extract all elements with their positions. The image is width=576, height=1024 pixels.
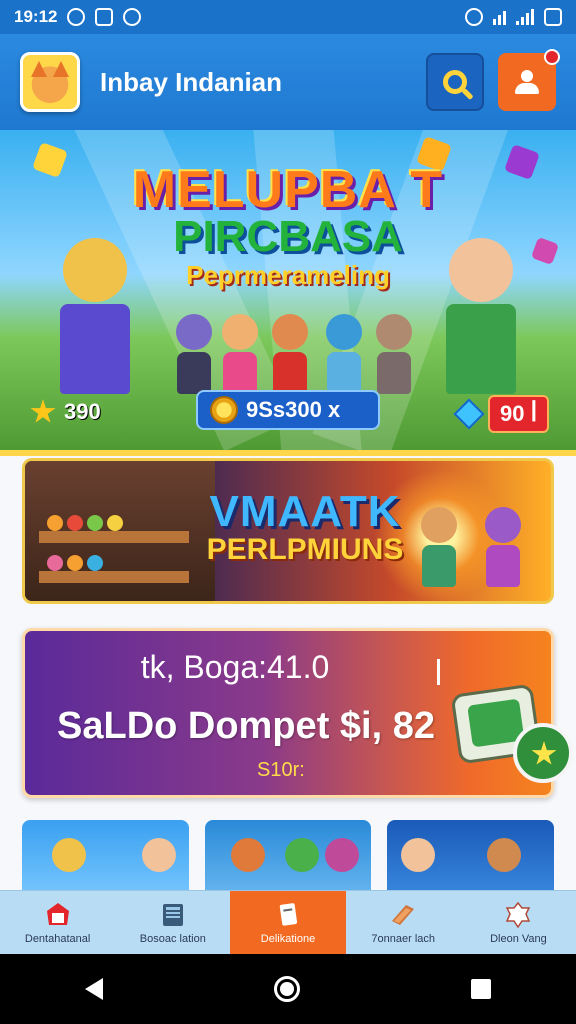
coin-icon	[210, 396, 238, 424]
notification-badge	[544, 49, 560, 65]
character	[326, 314, 362, 394]
hero-boy	[446, 238, 516, 394]
character	[176, 314, 212, 394]
character	[272, 314, 308, 394]
app-title: Inbay Indanian	[100, 66, 283, 97]
user-icon	[512, 70, 542, 94]
tools-icon	[392, 904, 415, 925]
app-header: Inbay Indanian	[0, 34, 576, 130]
home-button-icon[interactable]	[273, 976, 300, 1002]
hero-banner[interactable]: MELUPBA T PIRCBASA Peprmerameling 390 9S…	[0, 130, 576, 450]
game-tile[interactable]	[387, 820, 555, 900]
character	[222, 314, 258, 394]
game-tile[interactable]	[204, 820, 372, 900]
star-icon	[30, 399, 56, 423]
settings-icon	[506, 901, 531, 928]
promo-title: VMAATK PERLPMIUNS	[206, 487, 404, 566]
nav-item-document[interactable]: Delikatione	[230, 891, 346, 954]
nav-item-home[interactable]: Dentahatanal	[0, 891, 115, 954]
bottom-navigation: Dentahatanal Bosoac lation Delikatione 7…	[0, 890, 576, 954]
gem-counter: 90 ꟾ	[446, 394, 561, 434]
game-tile[interactable]	[22, 820, 189, 900]
wifi-icon	[493, 9, 506, 25]
book-icon	[162, 903, 183, 926]
app-logo[interactable]	[20, 52, 80, 112]
location-icon	[123, 8, 142, 26]
recent-apps-icon[interactable]	[470, 979, 491, 999]
character	[485, 507, 521, 587]
nav-item-tools[interactable]: 7onnaer lach	[346, 891, 461, 954]
clock: 19:12	[14, 7, 58, 26]
camera-icon	[95, 8, 114, 26]
character	[421, 507, 457, 587]
home-icon	[46, 902, 69, 925]
character	[376, 314, 412, 394]
search-button[interactable]	[426, 53, 484, 111]
profile-button[interactable]	[498, 49, 560, 111]
signal-icon	[516, 9, 534, 25]
nav-item-settings[interactable]: Dleon Vang	[461, 891, 576, 954]
coin-counter[interactable]: 9Ss300 x	[196, 390, 380, 430]
document-icon	[279, 902, 298, 926]
stars-counter: 390	[18, 392, 113, 432]
wallet-balance-card[interactable]: tk, Boga:41.0 SaLDo Dompet $i, 82 S10r:	[22, 628, 573, 798]
game-tiles	[22, 820, 555, 900]
star-badge-icon	[513, 723, 573, 783]
mascot-cat	[60, 238, 130, 394]
wallet-balance: SaLDo Dompet $i, 82	[57, 705, 435, 747]
alarm-icon	[465, 8, 483, 26]
promo-banner[interactable]: VMAATK PERLPMIUNS	[22, 458, 554, 604]
status-bar: 19:12	[0, 0, 576, 34]
nav-item-book[interactable]: Bosoac lation	[115, 891, 230, 954]
system-navigation-bar	[0, 954, 576, 1024]
back-icon[interactable]	[85, 978, 104, 1000]
wallet-line-primary: tk, Boga:41.0	[140, 649, 330, 685]
battery-icon	[544, 8, 562, 26]
wallet-subtext: S10r:	[257, 759, 305, 781]
notification-icon	[67, 8, 86, 26]
search-icon	[443, 70, 467, 94]
gem-icon	[453, 398, 485, 430]
